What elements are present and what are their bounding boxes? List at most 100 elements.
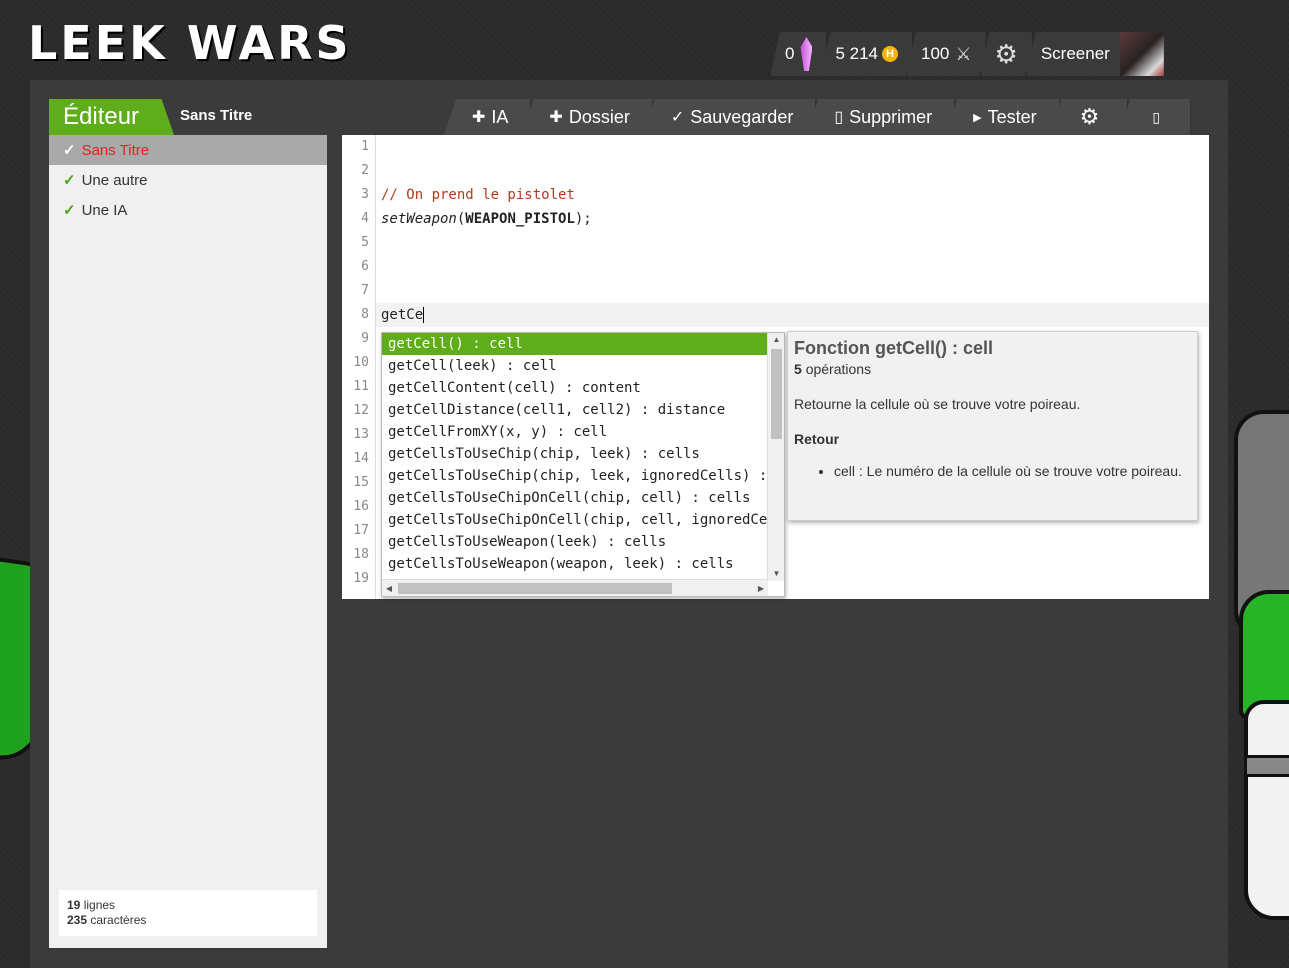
- crystals-counter[interactable]: 0: [770, 32, 827, 76]
- doc-description: Retourne la cellule où se trouve votre p…: [794, 396, 1081, 412]
- scroll-up-arrow-icon[interactable]: ▲: [768, 333, 784, 347]
- habs-counter[interactable]: 5 214 H: [820, 32, 913, 76]
- code-line[interactable]: [376, 279, 1209, 303]
- line-number: 11: [353, 379, 369, 394]
- settings-button[interactable]: ⚙: [979, 32, 1032, 76]
- autocomplete-item[interactable]: getCellsToUseWeapon(weapon, leek) : cell…: [382, 553, 768, 575]
- scroll-left-arrow-icon[interactable]: ◀: [382, 580, 396, 596]
- habs-value: 5 214: [835, 44, 879, 63]
- crystals-value: 0: [785, 44, 795, 63]
- autocomplete-item[interactable]: getCellContent(cell) : content: [382, 377, 768, 399]
- scrollbar-thumb[interactable]: [398, 583, 672, 594]
- function-doc-tooltip: Fonction getCell() : cell 5 opérations R…: [787, 331, 1198, 521]
- autocomplete-vertical-scrollbar[interactable]: ▲ ▼: [767, 333, 784, 581]
- code-comment: // On prend le pistolet: [381, 187, 575, 203]
- code-line[interactable]: [376, 159, 1209, 183]
- code-line-active[interactable]: getCe: [376, 303, 1209, 327]
- autocomplete-horizontal-scrollbar[interactable]: ◀ ▶: [382, 579, 768, 596]
- doc-ops-label: opérations: [805, 361, 872, 377]
- autocomplete-item-selected[interactable]: getCell() : cell: [382, 333, 768, 355]
- ai-item-une-ia[interactable]: ✓ Une IA: [49, 195, 327, 225]
- code-line[interactable]: [376, 231, 1209, 255]
- line-number: 2: [361, 163, 369, 178]
- code-area[interactable]: // On prend le pistolet setWeapon(WEAPON…: [376, 135, 1209, 327]
- new-folder-label: Dossier: [568, 106, 630, 127]
- autocomplete-item[interactable]: getCell(leek) : cell: [382, 355, 768, 377]
- gear-icon: ⚙: [994, 38, 1018, 69]
- autocomplete-item[interactable]: getCellsToUseChip(chip, leek, ignoredCel…: [382, 465, 768, 487]
- habs-coin-icon: H: [882, 46, 899, 62]
- code-constant: WEAPON_PISTOL: [465, 211, 575, 227]
- editor-toolbar: ✚ IA ✚ Dossier ✓ Sauvegarder ▯ Supprimer…: [444, 99, 1192, 135]
- editor-tab: Éditeur: [49, 99, 174, 135]
- ai-item-une-autre[interactable]: ✓ Une autre: [49, 165, 327, 195]
- logo[interactable]: LEEK WARS: [28, 18, 352, 68]
- lines-stat: 19 lignes: [67, 898, 309, 913]
- line-number: 18: [353, 547, 369, 562]
- new-ai-button[interactable]: ✚ IA: [444, 99, 532, 135]
- leek-decoration-right-stem: [1244, 700, 1289, 920]
- line-number: 14: [353, 451, 369, 466]
- fullscreen-button[interactable]: ▯: [1118, 99, 1192, 135]
- save-button[interactable]: ✓ Sauvegarder: [642, 99, 817, 135]
- line-number: 3: [361, 187, 369, 202]
- editor-settings-button[interactable]: ⚙: [1049, 99, 1129, 135]
- check-icon: ✓: [670, 109, 685, 126]
- leek-decoration-right-band: [1244, 755, 1289, 777]
- autocomplete-item[interactable]: getCellDistance(cell1, cell2) : distance: [382, 399, 768, 421]
- autocomplete-item[interactable]: getCellsToUseWeapon(leek) : cells: [382, 531, 768, 553]
- new-ai-label: IA: [491, 106, 509, 127]
- code-line[interactable]: [376, 255, 1209, 279]
- new-folder-button[interactable]: ✚ Dossier: [521, 99, 653, 135]
- code-function: setWeapon: [381, 211, 457, 227]
- lines-count: 19: [67, 898, 81, 912]
- test-button[interactable]: ▶ Tester: [945, 99, 1060, 135]
- autocomplete-item[interactable]: getCellFromXY(x, y) : cell: [382, 421, 768, 443]
- line-number: 19: [353, 571, 369, 586]
- line-number-gutter: 1 2 3 4 5 6 7 8 9 10 11 12 13 14 15 16 1…: [342, 135, 376, 599]
- line-number: 17: [353, 523, 369, 538]
- line-number: 13: [353, 427, 369, 442]
- fights-value: 100: [921, 44, 950, 63]
- line-number: 9: [361, 331, 369, 346]
- crystal-icon: [800, 37, 813, 71]
- delete-button[interactable]: ▯ Supprimer: [806, 99, 956, 135]
- check-icon: ✓: [63, 172, 76, 189]
- line-number: 4: [361, 211, 369, 226]
- ai-item-label: Une autre: [81, 171, 148, 189]
- gear-icon: ⚙: [1079, 104, 1100, 129]
- fights-counter[interactable]: 100 ⚔: [906, 32, 986, 76]
- code-line[interactable]: [376, 135, 1209, 159]
- top-bar: 0 5 214 H 100 ⚔ ⚙ Screener: [770, 32, 1164, 76]
- scroll-down-arrow-icon[interactable]: ▼: [768, 567, 784, 581]
- doc-return-heading: Retour: [794, 431, 840, 447]
- line-number: 7: [361, 283, 369, 298]
- ai-item-sans-titre[interactable]: ✓ Sans Titre: [49, 135, 327, 165]
- code-line[interactable]: // On prend le pistolet: [376, 183, 1209, 207]
- line-number: 10: [353, 355, 369, 370]
- plus-icon: ✚: [472, 109, 486, 126]
- line-number: 16: [353, 499, 369, 514]
- autocomplete-item[interactable]: getCellsToUseChipOnCell(chip, cell, igno…: [382, 509, 768, 531]
- chars-label: caractères: [90, 913, 147, 927]
- code-line[interactable]: setWeapon(WEAPON_PISTOL);: [376, 207, 1209, 231]
- check-icon: ✓: [63, 202, 76, 219]
- autocomplete-item[interactable]: getCellsToUseChipOnCell(chip, cell) : ce…: [382, 487, 768, 509]
- code-punct: );: [574, 211, 592, 227]
- delete-label: Supprimer: [849, 106, 933, 127]
- user-menu[interactable]: Screener: [1025, 32, 1164, 76]
- sword-icon: ⚔: [955, 43, 972, 64]
- scrollbar-thumb[interactable]: [771, 349, 782, 439]
- autocomplete-item[interactable]: getCellsToUseChip(chip, leek) : cells: [382, 443, 768, 465]
- plus-icon: ✚: [549, 109, 563, 126]
- doc-ops-count: 5: [794, 361, 802, 377]
- autocomplete-popup: getCell() : cell getCell(leek) : cell ge…: [381, 332, 785, 597]
- check-icon: ✓: [63, 142, 76, 159]
- scroll-right-arrow-icon[interactable]: ▶: [754, 580, 768, 596]
- autocomplete-list: getCell() : cell getCell(leek) : cell ge…: [382, 333, 768, 581]
- lines-label: lignes: [83, 898, 116, 912]
- chars-stat: 235 caractères: [67, 913, 309, 928]
- trash-icon: ▯: [834, 109, 844, 126]
- fullscreen-icon: ▯: [1152, 108, 1161, 125]
- doc-return-list: cell : Le numéro de la cellule où se tro…: [834, 462, 1191, 480]
